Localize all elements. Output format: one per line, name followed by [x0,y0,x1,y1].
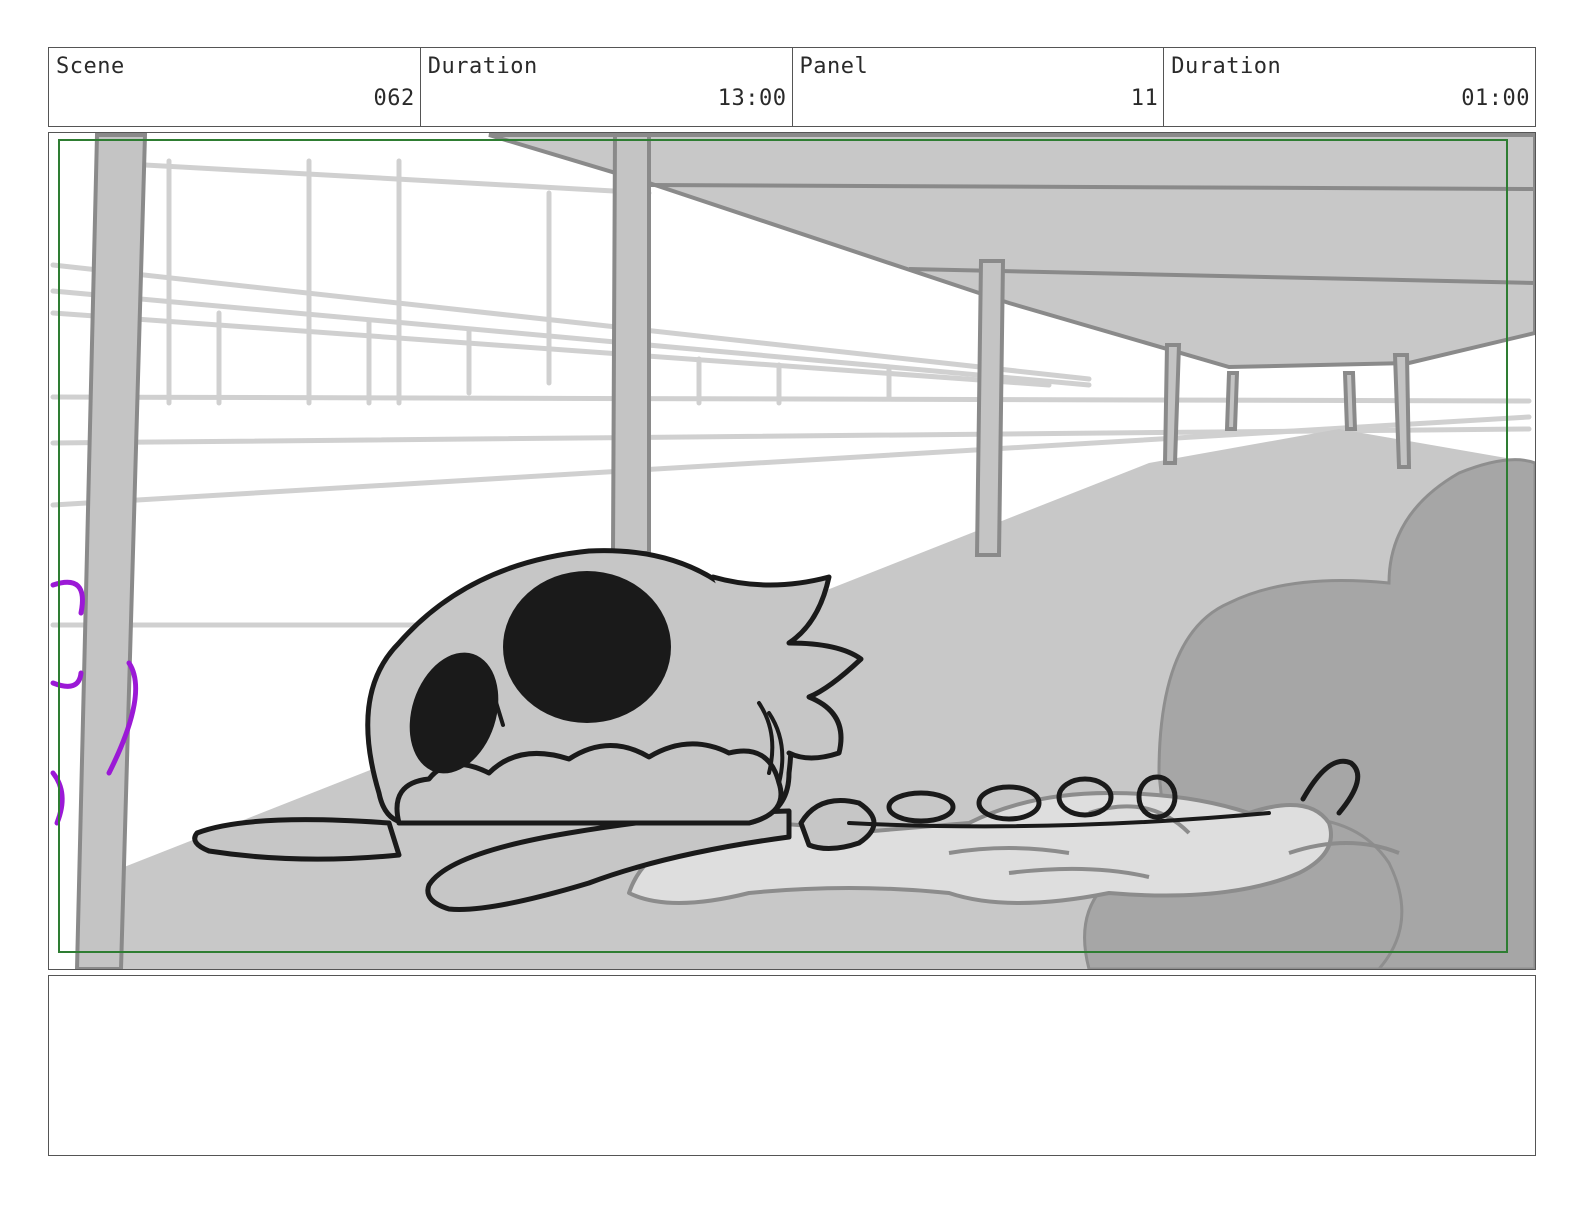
panel-duration-cell: Duration 01:00 [1164,48,1535,126]
scene-duration-cell: Duration 13:00 [421,48,793,126]
storyboard-header: Scene 062 Duration 13:00 Panel 11 Durati… [48,47,1536,127]
panel-duration-label: Duration [1171,54,1282,79]
panel-label: Panel [799,54,869,79]
scene-duration-value: 13:00 [717,86,787,111]
storyboard-panel [48,132,1536,970]
panel-duration-value: 01:00 [1461,86,1530,111]
panel-cell: Panel 11 [793,48,1165,126]
panel-notes-box [48,975,1536,1156]
panel-drawing [49,133,1535,969]
scene-label: Scene [56,54,125,79]
panel-number: 11 [1130,86,1159,111]
scene-number: 062 [373,86,415,111]
scene-cell: Scene 062 [49,48,421,126]
scene-duration-label: Duration [427,54,538,79]
